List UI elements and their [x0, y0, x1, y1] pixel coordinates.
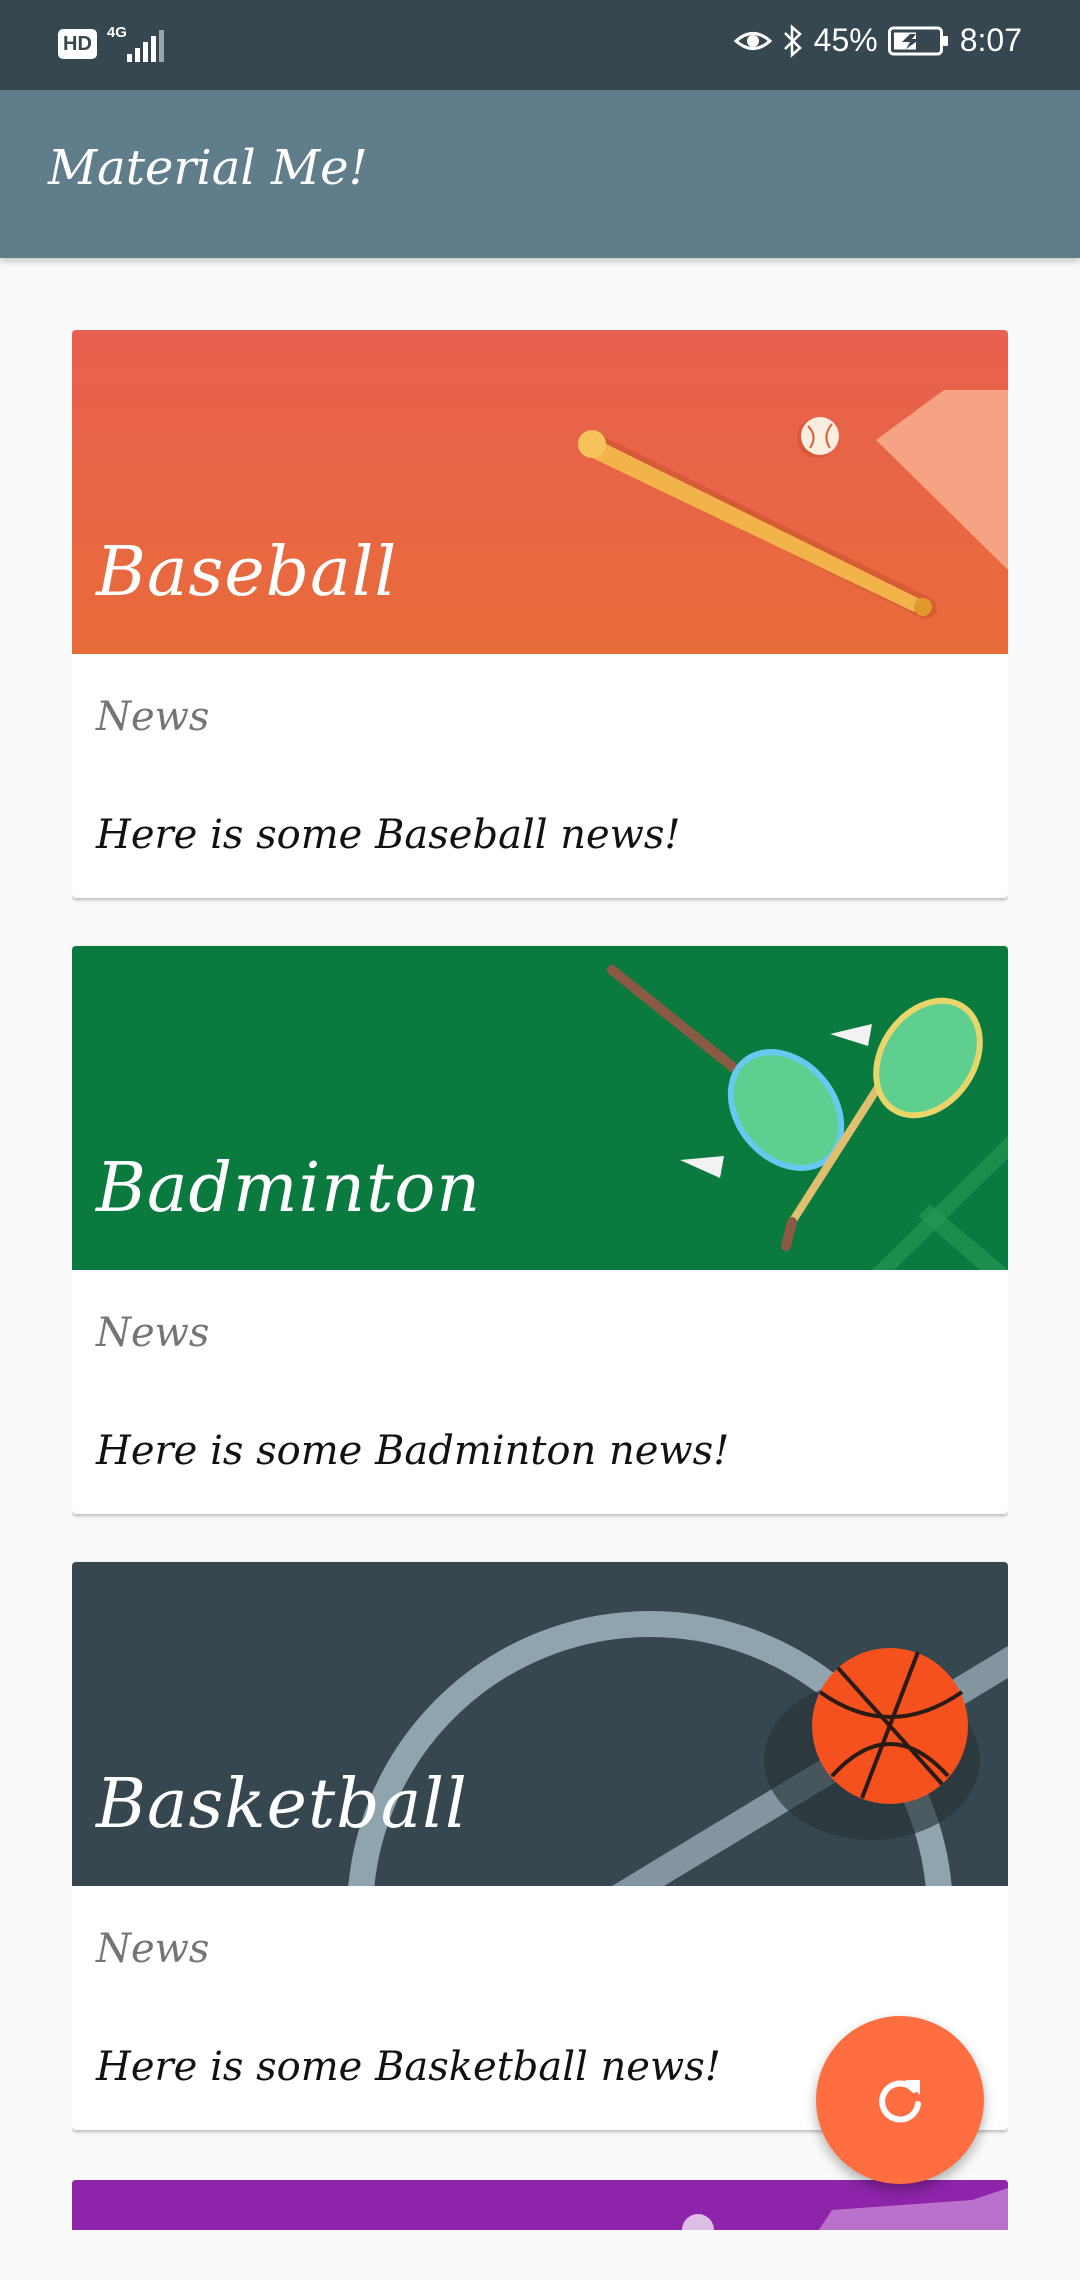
card-info: Here is some Badminton news! [96, 1428, 730, 1474]
bluetooth-icon [783, 23, 802, 58]
app-bar: Material Me! [0, 90, 1080, 258]
card-list[interactable]: Baseball News Here is some Baseball news… [72, 330, 1008, 2230]
battery-charging-icon [887, 26, 948, 55]
card-title: Badminton [96, 1149, 482, 1228]
card-title: Basketball [96, 1765, 468, 1844]
eye-comfort-icon [733, 31, 772, 50]
card-subtitle: News [96, 1310, 210, 1356]
clock: 8:07 [959, 22, 1022, 58]
status-bar: HD 4G 45% 8:07 [0, 0, 1080, 90]
app-title: Material Me! [48, 140, 368, 196]
battery-percent: 45% [813, 22, 878, 58]
refresh-icon [879, 2080, 921, 2123]
basketball-image: Basketball [72, 1562, 1008, 1886]
card-baseball[interactable]: Baseball News Here is some Baseball news… [72, 330, 1008, 898]
card-subtitle: News [96, 1926, 210, 1972]
status-bar-right: 45% 8:07 [733, 22, 1022, 59]
refresh-fab[interactable] [816, 2016, 984, 2184]
badminton-image: Badminton [72, 946, 1008, 1270]
card-next-partial[interactable] [72, 2180, 1008, 2230]
status-bar-left: HD 4G [58, 24, 177, 64]
hd-icon: HD [58, 29, 97, 59]
card-info: Here is some Basketball news! [96, 2044, 721, 2090]
card-title: Baseball [96, 533, 398, 612]
card-subtitle: News [96, 694, 210, 740]
card-badminton[interactable]: Badminton News Here is some Badminton ne… [72, 946, 1008, 1514]
baseball-image: Baseball [72, 330, 1008, 654]
signal-icon: 4G [107, 24, 177, 64]
card-info: Here is some Baseball news! [96, 812, 681, 858]
